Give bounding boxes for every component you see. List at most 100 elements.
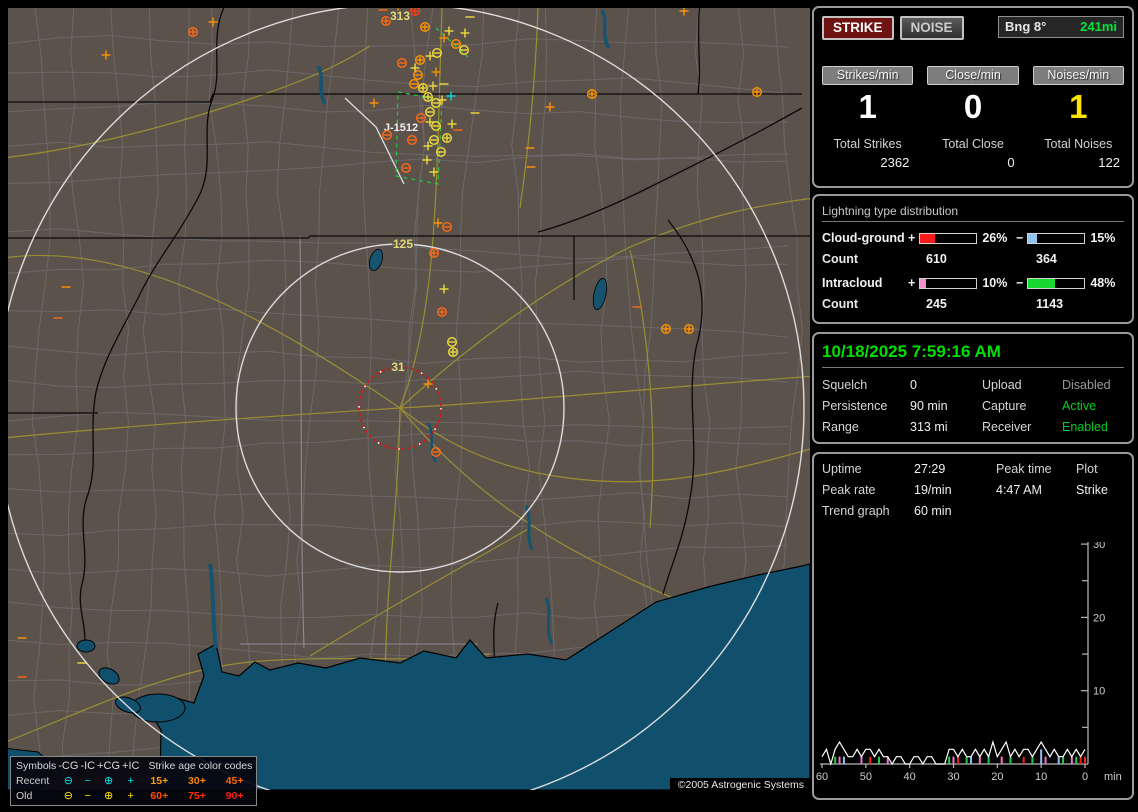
map-legend: Symbols -CG -IC +CG +IC Strike age color…	[10, 756, 257, 806]
sidebar: STRIKE NOISE Bng 8° 241mi Strikes/min Cl…	[812, 6, 1134, 800]
intracloud-count-row: Count 245 1143	[822, 295, 1124, 313]
cloud-ground-row: Cloud-ground + 26% − 15%	[822, 229, 1124, 247]
trend-panel: Uptime 27:29 Peak time Plot Peak rate 19…	[812, 452, 1134, 800]
strike-p	[545, 102, 555, 112]
trend-graph-value: 60 min	[914, 504, 952, 518]
svg-text:40: 40	[904, 771, 916, 783]
legend-col-neg-cg: -CG	[58, 760, 79, 772]
legend-symbol-negIC: −	[84, 775, 91, 787]
strike-cm	[425, 106, 436, 117]
count-label: Count	[822, 297, 859, 311]
noises-per-min-button[interactable]: Noises/min	[1032, 66, 1124, 85]
strike-cp	[420, 21, 431, 33]
legend-symbol-posCG: ⊕	[103, 790, 114, 802]
peak-time-label: Peak time	[996, 462, 1052, 476]
lightning-map[interactable]: J-1512 313 125 31 Symbols -CG -IC +CG +IC …	[8, 8, 810, 806]
ic-positive-bar	[919, 277, 978, 289]
strike-p	[444, 26, 454, 36]
legend-age-15plus: 15+	[150, 775, 169, 787]
plus-sign: +	[908, 231, 916, 245]
strike-cp	[442, 132, 453, 143]
map-canvas: J-1512 313 125 31	[8, 8, 810, 790]
ring-labels: 313 125 31	[388, 8, 414, 376]
svg-text:60: 60	[816, 771, 828, 783]
legend-age-90plus: 90+	[225, 790, 244, 802]
strike-p	[447, 119, 457, 129]
receiver-label: Receiver	[982, 420, 1032, 434]
strike-cp	[437, 307, 448, 318]
total-close-label: Total Close	[942, 137, 1004, 151]
strike-cm	[397, 58, 408, 69]
strike-p	[208, 17, 218, 27]
strike-cm	[401, 162, 412, 173]
upload-value: Disabled	[1062, 378, 1111, 392]
ring-label-31: 31	[391, 360, 405, 374]
svg-text:min: min	[1104, 771, 1122, 783]
cloud-ground-count-row: Count 610 364	[822, 250, 1124, 268]
legend-row-label: Recent	[16, 775, 50, 787]
copyright-notice: ©2005 Astrogenic Systems	[669, 778, 810, 793]
squelch-value: 0	[910, 378, 917, 392]
strike-cp	[187, 27, 198, 38]
legend-symbol-negCG: ⊖	[63, 775, 73, 787]
legend-symbol-posIC: +	[127, 775, 134, 787]
strike-cm	[429, 134, 440, 145]
strike-p	[431, 67, 441, 77]
ic-positive-pct: 10%	[982, 276, 1008, 290]
legend-age-45plus: 45+	[225, 775, 244, 787]
cloud-ground-label: Cloud-ground	[822, 231, 905, 245]
intracloud-row: Intracloud + 10% − 48%	[822, 274, 1124, 292]
persistence-label: Persistence	[822, 399, 888, 413]
noise-button[interactable]: NOISE	[899, 16, 964, 40]
strike-cp	[587, 88, 598, 99]
strike-p	[446, 91, 456, 101]
plus-sign: +	[908, 276, 916, 290]
legend-age-30plus: 30+	[188, 775, 206, 787]
legend-symbol-posIC: +	[127, 790, 134, 802]
squelch-label: Squelch	[822, 378, 868, 392]
distribution-panel: Lightning type distribution Cloud-ground…	[812, 194, 1134, 324]
strike-cp	[415, 55, 426, 66]
strikes-per-min-button[interactable]: Strikes/min	[822, 66, 914, 85]
intracloud-label: Intracloud	[822, 276, 883, 290]
uptime-value: 27:29	[914, 462, 946, 476]
peak-rate-label: Peak rate	[822, 483, 876, 497]
strike-p	[679, 8, 689, 16]
strike-button[interactable]: STRIKE	[822, 16, 894, 40]
strike-cm	[413, 70, 424, 81]
ring-label-125: 125	[393, 237, 413, 251]
strike-cm	[431, 120, 442, 131]
uptime-label: Uptime	[822, 462, 862, 476]
strike-cp	[661, 324, 672, 335]
close-per-min-button[interactable]: Close/min	[927, 66, 1019, 85]
cg-negative-count: 364	[1036, 252, 1057, 266]
strike-cm	[451, 39, 462, 50]
strike-cm	[447, 337, 458, 348]
legend-age-75plus: 75+	[188, 790, 206, 802]
svg-text:10: 10	[1035, 771, 1047, 783]
ic-negative-bar	[1027, 277, 1086, 289]
cg-negative-bar	[1027, 232, 1086, 244]
datetime-display: 10/18/2025 7:59:16 AM	[822, 342, 1124, 368]
chart-labels: 10 20 30 60 50 40 30 20 10 0 min	[816, 539, 1122, 783]
strike-cp	[410, 8, 420, 16]
legend-symbols-header: Symbols	[16, 760, 57, 772]
range-label: Range	[822, 420, 859, 434]
cg-negative-pct: 15%	[1090, 231, 1116, 245]
total-noises-value: 122	[1098, 155, 1120, 170]
svg-text:30: 30	[1093, 542, 1105, 551]
svg-text:20: 20	[991, 771, 1003, 783]
cg-positive-pct: 26%	[982, 231, 1008, 245]
strike-cm	[409, 78, 420, 89]
strike-cp	[448, 347, 459, 358]
strikes-per-min-value: 1	[858, 88, 877, 125]
minus-sign: −	[1016, 276, 1024, 290]
legend-col-neg-ic: -IC	[80, 760, 96, 772]
strike-p	[369, 98, 379, 108]
capture-label: Capture	[982, 399, 1027, 413]
strike-cm	[459, 45, 470, 56]
strike-cm	[407, 134, 418, 145]
legend-col-pos-cg: +CG	[97, 760, 121, 772]
peak-rate-value: 19/min	[914, 483, 952, 497]
range-value: 313 mi	[910, 420, 948, 434]
